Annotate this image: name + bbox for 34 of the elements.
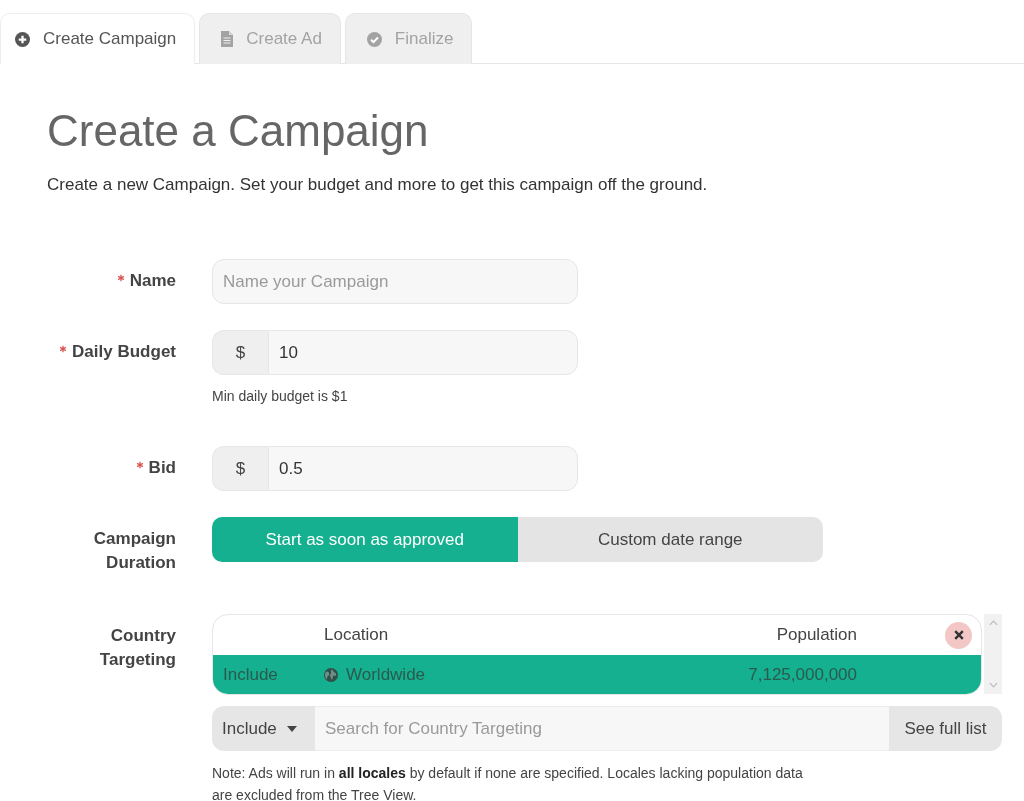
field-label: Bid — [148, 457, 176, 479]
chevron-up-icon[interactable] — [988, 620, 998, 626]
field-label: Campaign Duration — [92, 528, 176, 574]
name-input[interactable]: Name your Campaign — [212, 259, 578, 304]
check-circle-icon — [366, 31, 382, 47]
amount-input[interactable]: 0.5 — [268, 446, 578, 491]
note-text: Note: Ads will run in all locales by default if none are specified. Locales lacking population data are excluded from the Tree View. — [212, 764, 804, 801]
duration-option[interactable]: Custom date range — [517, 517, 823, 562]
table-cell: Worldwide — [346, 664, 426, 685]
globe-icon — [324, 667, 338, 682]
see-full-list-button[interactable]: See full list — [889, 706, 1002, 751]
field-label: Name — [129, 270, 176, 292]
plus-circle-icon — [15, 31, 30, 47]
chevron-down-icon[interactable] — [988, 682, 998, 688]
search-field[interactable]: Search for Country Targeting — [315, 706, 889, 751]
currency-addon: $ — [212, 330, 268, 375]
field-hint: Min daily budget is $1 — [212, 388, 348, 405]
document-icon — [221, 31, 234, 47]
field-label: Daily Budget — [72, 341, 176, 363]
include-dropdown[interactable]: Include — [212, 706, 315, 751]
scrollbar[interactable] — [984, 614, 1002, 694]
tab[interactable]: Create Campaign — [0, 13, 196, 64]
page-description: Create a new Campaign. Set your budget and more to get this campaign off the ground. — [47, 174, 708, 196]
currency-addon: $ — [212, 446, 268, 491]
close-icon — [953, 630, 964, 640]
table-cell-text: Include — [222, 664, 279, 685]
table-cell-text: 7,125,000,000 — [747, 664, 858, 685]
column-header: Population — [775, 625, 858, 645]
page-title: Create a Campaign — [47, 106, 429, 156]
caret-icon — [286, 725, 297, 732]
remove-button[interactable] — [945, 621, 972, 649]
column-header: Location — [324, 625, 390, 645]
amount-input[interactable]: 10 — [268, 330, 578, 375]
field-label: Country Targeting — [98, 625, 176, 671]
